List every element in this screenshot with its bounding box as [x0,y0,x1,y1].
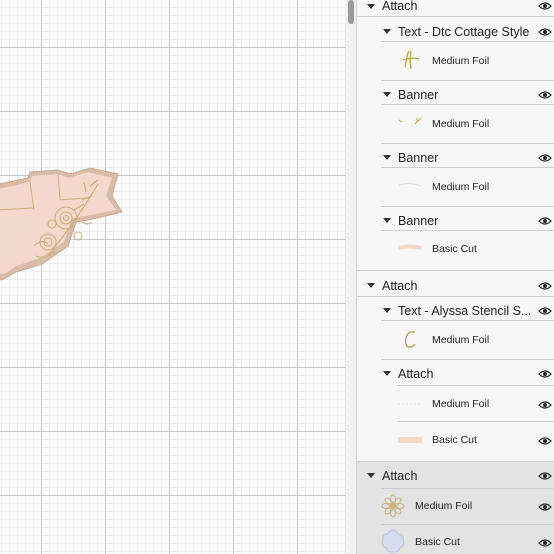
layer-label: Banner [398,88,439,102]
layer-group-attach-3[interactable]: Attach [357,466,554,484]
layer-label: Text - Alyssa Stencil S... [398,304,532,318]
layer-banner-2[interactable]: Banner [357,148,554,166]
banner-cut-thumbnail-icon [398,437,422,443]
divider [381,320,554,321]
layer-item-basic-cut[interactable]: Basic Cut [357,235,554,263]
layer-item-basic-cut[interactable]: Basic Cut [357,426,554,454]
eye-icon[interactable] [538,153,552,163]
eye-icon[interactable] [538,400,552,410]
divider [381,524,554,525]
caret-down-icon[interactable] [383,155,391,160]
caret-down-icon[interactable] [383,308,391,313]
script-letter-thumbnail-icon [402,50,420,70]
eye-icon[interactable] [538,369,552,379]
divider [357,16,554,17]
caret-down-icon[interactable] [367,283,375,288]
layer-banner-1[interactable]: Banner [357,85,554,103]
layer-label: Banner [398,214,439,228]
divider [381,104,554,105]
eye-icon[interactable] [538,471,552,481]
caret-down-icon[interactable] [383,371,391,376]
banner-cut-thumbnail-icon [398,244,422,250]
layer-label: Attach [398,367,434,381]
layer-item-medium-foil[interactable]: Medium Foil [357,46,554,74]
divider [381,143,554,144]
layer-item-medium-foil[interactable]: Medium Foil [357,172,554,200]
eye-icon[interactable] [538,538,552,548]
layer-group-label: Attach [382,469,418,483]
divider [397,421,554,422]
design-canvas[interactable] [0,0,346,554]
layer-group-label: Attach [382,279,418,293]
caret-down-icon[interactable] [383,92,391,97]
layer-inner-attach[interactable]: Attach [357,364,554,382]
layer-text-dtc-cottage[interactable]: Text - Dtc Cottage Style [357,22,554,40]
divider [381,206,554,207]
eye-icon[interactable] [538,306,552,316]
divider [357,461,554,462]
operation-label: Basic Cut [432,434,477,446]
eye-icon[interactable] [538,1,552,11]
layer-banner-3[interactable]: Banner [357,211,554,229]
divider [381,41,554,42]
operation-label: Medium Foil [432,334,490,346]
eye-icon[interactable] [538,216,552,226]
operation-label: Medium Foil [432,55,490,67]
banner-fill-shape [0,172,116,274]
layer-label: Banner [398,151,439,165]
canvas-scrollbar[interactable] [346,0,356,554]
divider [381,167,554,168]
divider [397,385,554,386]
layer-group-attach-2[interactable]: Attach [357,276,554,294]
caret-down-icon[interactable] [367,473,375,478]
layer-label: Text - Dtc Cottage Style [398,25,530,39]
flower-thumbnail-icon [381,494,405,518]
eye-icon[interactable] [538,90,552,100]
banner-floral-design[interactable] [0,160,130,290]
divider [381,230,554,231]
layer-item-medium-foil[interactable]: Medium Foil [357,325,554,353]
divider [381,80,554,81]
caret-down-icon[interactable] [383,29,391,34]
layer-text-alyssa-stencil[interactable]: Text - Alyssa Stencil S... [357,301,554,319]
caret-down-icon[interactable] [383,218,391,223]
operation-label: Basic Cut [415,536,460,548]
operation-label: Medium Foil [432,181,490,193]
layer-item-medium-foil[interactable]: Medium Foil [357,492,554,520]
banner-foil-thumbnail-icon [398,117,422,125]
scrollbar-thumb[interactable] [348,0,354,24]
layer-group-attach-1[interactable]: Attach [357,0,554,14]
script-c-thumbnail-icon [404,331,416,348]
eye-icon[interactable] [538,281,552,291]
divider [357,270,554,271]
eye-icon[interactable] [538,436,552,446]
banner-outline-thumbnail-icon [398,183,422,187]
divider [381,488,554,489]
outline-thumbnail-icon [398,403,422,405]
divider [357,296,554,297]
eye-icon[interactable] [538,27,552,37]
flower-cut-thumbnail-icon [381,529,405,553]
operation-label: Medium Foil [432,118,490,130]
operation-label: Medium Foil [432,398,490,410]
eye-icon[interactable] [538,502,552,512]
caret-down-icon[interactable] [367,4,375,9]
operation-label: Basic Cut [432,243,477,255]
layer-item-medium-foil[interactable]: Medium Foil [357,109,554,137]
operation-label: Medium Foil [415,500,473,512]
layer-group-label: Attach [382,0,418,13]
layer-item-medium-foil[interactable]: Medium Foil [357,390,554,418]
divider [381,359,554,360]
layers-panel: Attach Text - Dtc Cottage Style Medium F… [356,0,554,554]
layer-item-basic-cut[interactable]: Basic Cut [357,528,554,554]
